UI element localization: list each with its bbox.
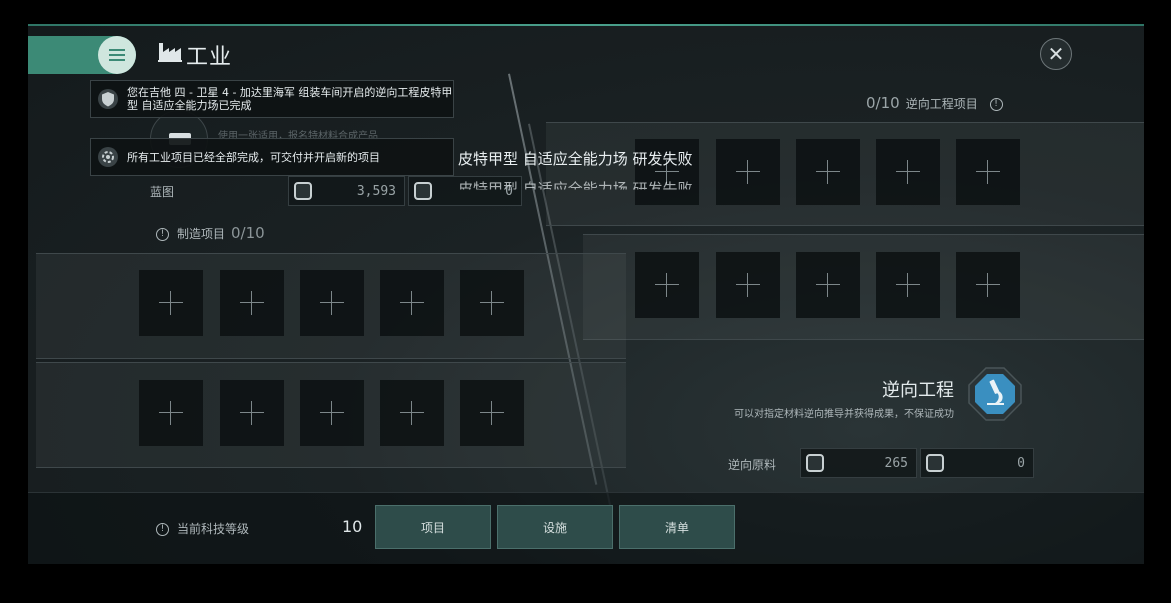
reverse-slot[interactable]	[635, 252, 699, 318]
reverse-label: 逆向工程项目	[905, 97, 978, 111]
info-icon[interactable]: !	[156, 523, 169, 536]
gear-icon	[98, 147, 118, 167]
notification-all-complete[interactable]: 所有工业项目已经全部完成，可交付并开启新的项目	[90, 138, 454, 176]
reverse-slot[interactable]	[796, 139, 860, 205]
currency-icon	[414, 182, 432, 200]
reverse-slot[interactable]	[876, 252, 940, 318]
reverse-slot[interactable]	[716, 139, 780, 205]
tab-list[interactable]: 清单	[619, 505, 735, 549]
shield-icon	[98, 89, 118, 109]
manufacturing-slot[interactable]	[460, 270, 524, 336]
manufacturing-slot[interactable]	[220, 270, 284, 336]
manufacturing-count: 0/10	[231, 224, 265, 242]
blueprint-cost-box: 3,593	[288, 176, 405, 206]
currency-icon	[806, 454, 824, 472]
reverse-material-box-2: 0	[920, 448, 1034, 478]
tab-facilities[interactable]: 设施	[497, 505, 613, 549]
info-icon[interactable]: !	[989, 98, 1003, 111]
manufacturing-slot[interactable]	[300, 270, 364, 336]
notification-reverse-complete[interactable]: 您在吉他 四 - 卫星 4 - 加达里海军 组装车间开启的逆向工程皮特甲型 自适…	[90, 80, 454, 118]
reverse-engineering-desc: 可以对指定材料逆向推导并获得成果，不保证成功	[734, 409, 954, 420]
notification-text: 所有工业项目已经全部完成，可交付并开启新的项目	[127, 150, 380, 164]
page-title: 工业	[186, 45, 233, 70]
currency-icon	[294, 182, 312, 200]
blueprint-label: 蓝图	[150, 185, 175, 199]
tech-level-value: 10	[342, 517, 363, 536]
reverse-count: 0/10	[866, 94, 900, 112]
manufacturing-slot[interactable]	[460, 380, 524, 446]
factory-icon	[158, 43, 182, 62]
reverse-material-value: 265	[884, 455, 908, 471]
reverse-slot[interactable]	[876, 139, 940, 205]
reverse-material-box: 265	[800, 448, 917, 478]
top-accent-line	[28, 24, 1144, 26]
industry-screen: 工业 ✕ 使用一张适用，报名特材料合成产品 您在吉他 四 - 卫星 4 - 加达…	[28, 24, 1144, 564]
close-icon: ✕	[1047, 42, 1065, 66]
manufacturing-header: ! 制造项目 0/10	[156, 224, 265, 242]
reverse-slots-panel-1	[546, 122, 1144, 226]
manufacturing-slot[interactable]	[220, 380, 284, 446]
manufacturing-slot[interactable]	[139, 270, 203, 336]
notification-text: 您在吉他 四 - 卫星 4 - 加达里海军 组装车间开启的逆向工程皮特甲型 自适…	[127, 86, 453, 112]
reverse-engineering-button[interactable]	[968, 367, 1022, 421]
reverse-engineering-title: 逆向工程	[882, 380, 954, 401]
manufacturing-label: 制造项目	[177, 227, 226, 241]
manufacturing-slots-panel-2	[36, 362, 626, 468]
research-failed-message: 皮特甲型 自适应全能力场 研发失败	[458, 150, 693, 168]
menu-icon	[109, 54, 125, 56]
manufacturing-slots-panel-1	[36, 253, 626, 359]
reverse-slots-panel-2	[583, 234, 1144, 340]
tech-level-text: 当前科技等级	[177, 522, 250, 536]
currency-icon	[926, 454, 944, 472]
reverse-slot[interactable]	[956, 139, 1020, 205]
reverse-slot[interactable]	[716, 252, 780, 318]
reverse-header: 0/10 逆向工程项目 !	[866, 94, 1011, 112]
tech-level-label: ! 当前科技等级	[156, 520, 249, 537]
close-button[interactable]: ✕	[1040, 38, 1072, 70]
info-icon[interactable]: !	[156, 228, 169, 241]
blueprint-cost-value: 3,593	[356, 183, 396, 199]
tab-projects[interactable]: 项目	[375, 505, 491, 549]
reverse-slot[interactable]	[796, 252, 860, 318]
reverse-material-label: 逆向原料	[728, 458, 777, 472]
manufacturing-slot[interactable]	[380, 270, 444, 336]
menu-button[interactable]	[98, 36, 136, 74]
reverse-slot[interactable]	[956, 252, 1020, 318]
manufacturing-slot[interactable]	[139, 380, 203, 446]
manufacturing-slot[interactable]	[380, 380, 444, 446]
reverse-material-value-2: 0	[1017, 455, 1025, 471]
manufacturing-slot[interactable]	[300, 380, 364, 446]
